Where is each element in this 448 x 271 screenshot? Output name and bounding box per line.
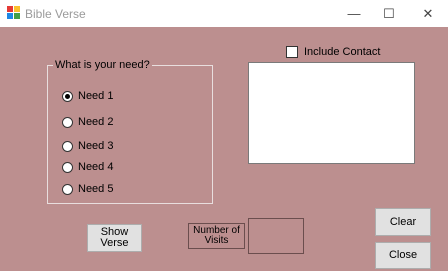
need-group-label: What is your need?: [53, 59, 152, 71]
include-contact-label: Include Contact: [304, 46, 381, 58]
radio-need-3[interactable]: Need 3: [62, 139, 113, 153]
clear-button[interactable]: Clear: [375, 208, 431, 236]
radio-indicator[interactable]: [62, 90, 73, 102]
radio-label: Need 5: [78, 183, 114, 195]
radio-need-4[interactable]: Need 4: [62, 160, 113, 174]
radio-indicator[interactable]: [62, 140, 73, 152]
show-verse-label-line2: Verse: [100, 237, 129, 249]
close-window-button[interactable]: ✕: [408, 0, 448, 27]
close-button[interactable]: Close: [375, 242, 431, 269]
radio-label: Need 4: [78, 161, 114, 173]
minimize-icon: —: [347, 6, 361, 21]
radio-indicator[interactable]: [62, 116, 73, 128]
radio-indicator[interactable]: [62, 183, 73, 195]
title-bar: Bible Verse — ☐ ✕: [0, 0, 448, 27]
number-of-visits-label: Number of Visits: [188, 223, 245, 249]
radio-need-2[interactable]: Need 2: [62, 115, 113, 129]
maximize-icon: ☐: [383, 5, 395, 21]
visits-label-line2: Visits: [204, 235, 229, 246]
radio-label: Need 1: [78, 90, 114, 102]
radio-need-5[interactable]: Need 5: [62, 182, 113, 196]
app-icon: [7, 6, 21, 20]
show-verse-button[interactable]: Show Verse: [87, 224, 142, 252]
radio-need-1[interactable]: Need 1: [62, 89, 113, 103]
main-window: Bible Verse — ☐ ✕ What is your need? Nee…: [0, 0, 448, 271]
radio-label: Need 3: [78, 140, 114, 152]
minimize-button[interactable]: —: [334, 0, 374, 27]
checkbox-box[interactable]: [286, 46, 298, 58]
close-icon: ✕: [422, 5, 434, 21]
window-title: Bible Verse: [25, 7, 86, 21]
verse-output-textbox[interactable]: [248, 62, 415, 164]
radio-indicator[interactable]: [62, 161, 73, 173]
maximize-button[interactable]: ☐: [369, 0, 409, 27]
include-contact-checkbox[interactable]: Include Contact: [286, 45, 380, 59]
visits-count-box: [248, 218, 304, 254]
radio-label: Need 2: [78, 116, 114, 128]
